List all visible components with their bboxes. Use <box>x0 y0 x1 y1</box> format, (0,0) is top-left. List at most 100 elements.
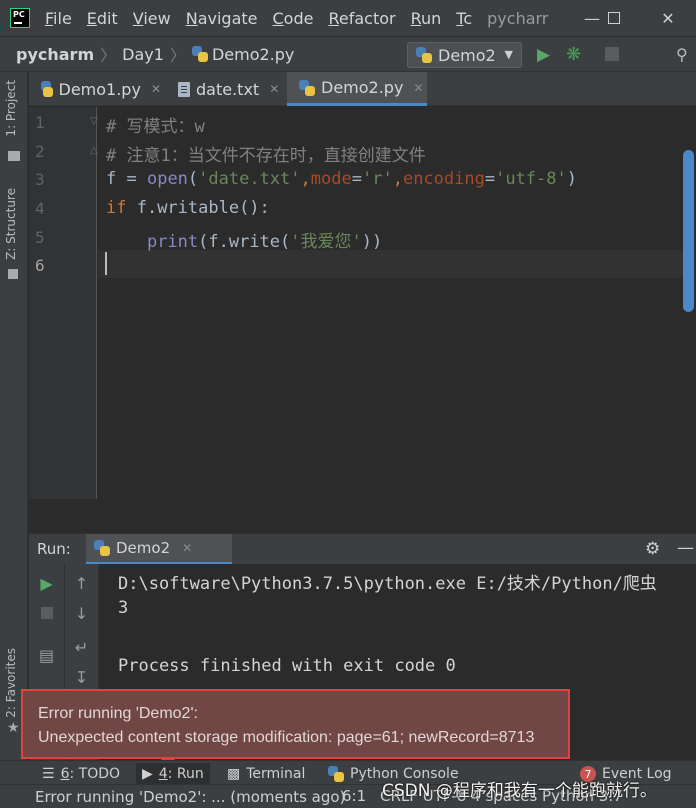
editor-scrollbar[interactable] <box>683 150 694 312</box>
close-tab-icon[interactable]: ✕ <box>182 541 192 555</box>
tab-demo1[interactable]: Demo1.py ✕ <box>29 72 161 106</box>
debug-button[interactable]: ❋ <box>566 44 581 65</box>
run-button[interactable]: ▶ <box>537 45 550 65</box>
scroll-down-button[interactable]: ↓ <box>65 604 98 623</box>
code-line-3: f = open('date.txt',mode='r',encoding='u… <box>106 169 577 189</box>
arrow-down-icon: ↓ <box>74 604 89 623</box>
play-icon: ▶ <box>142 766 153 782</box>
rerun-button[interactable]: ▶ <box>29 574 64 593</box>
wrap-icon: ↵ <box>74 638 89 657</box>
folder-icon <box>8 151 20 161</box>
favorites-tool-button[interactable]: 2: Favorites <box>4 648 18 718</box>
fold-marker-icon[interactable]: ▽ <box>90 116 98 127</box>
layout-icon: ▤ <box>38 646 55 665</box>
menu-navigate[interactable]: Navigate <box>186 9 258 28</box>
project-tool-button[interactable]: 1: Project <box>4 80 18 137</box>
code-line-5: print(f.write('我爱您')) <box>146 232 383 252</box>
console-line: 3 <box>118 598 129 618</box>
menu-refactor[interactable]: Refactor <box>328 9 395 28</box>
run-window-header: Run: Demo2 ✕ ⚙ — <box>29 533 696 565</box>
structure-tool-button[interactable]: Z: Structure <box>4 188 18 260</box>
close-tab-icon[interactable]: ✕ <box>413 81 423 95</box>
menu-view[interactable]: View <box>133 9 171 28</box>
python-file-icon <box>191 46 208 62</box>
run-tool-button[interactable]: ▶ 4: Run <box>136 763 210 785</box>
line-number: 2 <box>35 142 45 161</box>
run-configuration-selector[interactable]: Demo2 ▼ <box>407 42 522 68</box>
menu-code[interactable]: Code <box>273 9 314 28</box>
editor-empty-area <box>29 499 696 533</box>
run-window-title: Run: <box>37 540 71 558</box>
tab-demo2[interactable]: Demo2.py ✕ <box>287 72 427 106</box>
window-title: pycharr <box>487 8 549 28</box>
pycharm-logo-icon[interactable]: PC <box>10 8 30 28</box>
search-icon: ⚲ <box>676 45 688 64</box>
layout-button[interactable]: ▤ <box>29 646 64 665</box>
settings-button[interactable]: ⚙ <box>645 539 660 559</box>
search-everywhere-button[interactable]: ⚲ <box>676 45 688 64</box>
close-icon: ✕ <box>661 8 675 28</box>
play-icon: ▶ <box>40 574 53 593</box>
terminal-icon: ▩ <box>227 766 241 782</box>
console-line: Process finished with exit code 0 <box>118 656 456 676</box>
error-notification-balloon[interactable]: Error running 'Demo2': Unexpected conten… <box>21 689 570 759</box>
python-file-icon <box>41 81 53 97</box>
terminal-tool-button[interactable]: ▩ Terminal <box>227 763 305 785</box>
watermark: CSDN @程序和我有一个能跑就行。 <box>382 781 657 801</box>
navigation-bar: pycharm 〉 Day1 〉 Demo2.py Demo2 ▼ ▶ ❋ ⚲ <box>0 36 696 72</box>
menu-run[interactable]: Run <box>411 9 442 28</box>
minimize-icon: — <box>677 538 694 558</box>
code-line-1: # 写模式：w <box>106 117 205 137</box>
maximize-button[interactable] <box>590 0 638 36</box>
scroll-up-button[interactable]: ↑ <box>65 574 98 593</box>
console-line: D:\software\Python3.7.5\python.exe E:/技术… <box>118 574 657 594</box>
python-icon <box>94 540 110 556</box>
gear-icon: ⚙ <box>645 539 661 559</box>
tab-date-txt[interactable]: date.txt ✕ <box>166 72 290 106</box>
error-message: Unexpected content storage modification:… <box>38 729 535 746</box>
soft-wrap-button[interactable]: ↵ <box>65 638 98 657</box>
breadcrumb-file[interactable]: Demo2.py <box>191 45 294 64</box>
hide-window-button[interactable]: — <box>677 538 694 558</box>
stop-button[interactable] <box>605 47 619 61</box>
close-tab-icon[interactable]: ✕ <box>151 82 161 96</box>
menu-file[interactable]: File <box>45 9 72 28</box>
scroll-end-icon: ↧ <box>74 668 89 687</box>
menu-edit[interactable]: Edit <box>87 9 118 28</box>
breadcrumb-separator-icon: 〉 <box>169 46 186 65</box>
run-tab-demo2[interactable]: Demo2 ✕ <box>86 534 232 565</box>
line-number: 6 <box>35 256 45 275</box>
breadcrumb-folder[interactable]: Day1 <box>122 45 164 64</box>
scroll-to-end-button[interactable]: ↧ <box>65 668 98 687</box>
line-number: 3 <box>35 170 45 189</box>
python-file-icon <box>299 79 315 96</box>
star-icon: ★ <box>7 720 20 736</box>
left-tool-strip: 1: Project Z: Structure 2: Favorites ★ <box>0 72 28 784</box>
line-number: 5 <box>35 228 45 247</box>
caret-position[interactable]: 6:1 <box>342 787 366 805</box>
text-file-icon <box>178 81 190 97</box>
python-icon <box>328 766 344 782</box>
editor-tabs: Demo1.py ✕ date.txt ✕ Demo2.py ✕ <box>29 72 696 106</box>
current-line-highlight <box>98 250 683 278</box>
maximize-icon <box>608 12 620 24</box>
status-message[interactable]: Error running 'Demo2': ... (moments ago) <box>35 788 345 806</box>
code-line-2: # 注意1：当文件不存在时，直接创建文件 <box>106 146 426 166</box>
structure-icon <box>8 269 18 279</box>
code-line-4: if f.writable(): <box>106 198 270 218</box>
menu-tools[interactable]: Tc <box>456 9 472 28</box>
fold-marker-icon[interactable]: △ <box>90 145 98 156</box>
chevron-down-icon: ▼ <box>504 48 513 61</box>
close-tab-icon[interactable]: ✕ <box>269 82 279 96</box>
line-number: 4 <box>35 199 45 218</box>
python-icon <box>416 47 432 63</box>
menu-bar: File Edit View Navigate Code Refactor Ru… <box>45 9 548 28</box>
todo-tool-button[interactable]: ☰ 6: TODO <box>42 763 120 785</box>
line-number: 1 <box>35 113 45 132</box>
stop-run-button[interactable] <box>29 604 64 623</box>
close-window-button[interactable]: ✕ <box>640 0 696 36</box>
breadcrumb-separator-icon: 〉 <box>100 46 117 65</box>
list-icon: ☰ <box>42 766 55 782</box>
stop-icon <box>40 607 53 619</box>
breadcrumb-project[interactable]: pycharm <box>16 45 94 64</box>
